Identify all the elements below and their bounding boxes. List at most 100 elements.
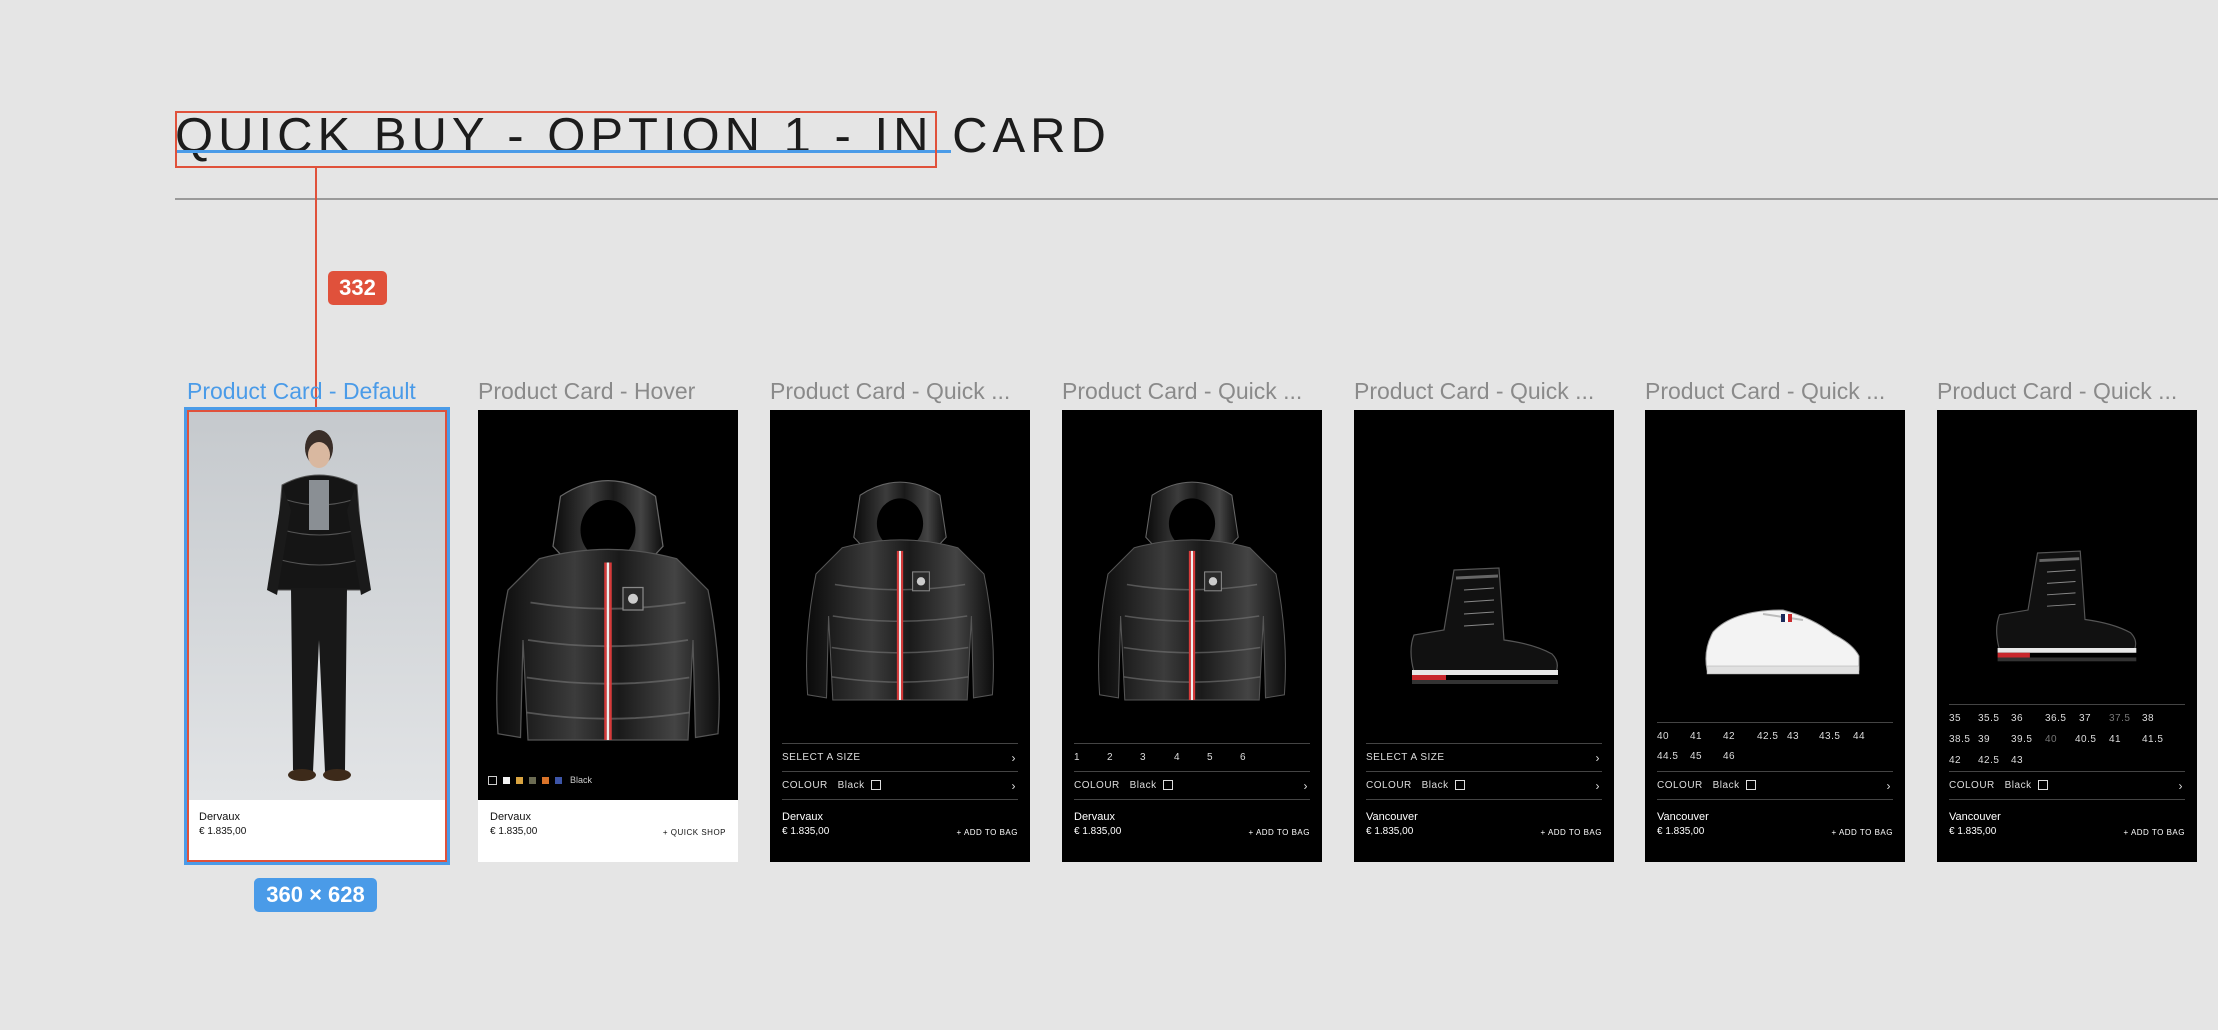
row-divider [1949, 799, 2185, 800]
frame-label-quick-1[interactable]: Product Card - Quick ... [770, 378, 1010, 405]
chevron-right-icon: › [2178, 779, 2183, 793]
size-option-unavailable: 37.5 [2109, 713, 2131, 724]
size-option[interactable]: 42.5 [1978, 755, 1999, 766]
swatch-yellow[interactable] [516, 776, 523, 784]
frame-label-quick-3[interactable]: Product Card - Quick ... [1354, 378, 1594, 405]
chevron-right-icon: › [1595, 751, 1600, 765]
size-option[interactable]: 3 [1140, 752, 1146, 763]
colour-label: COLOUR [1949, 780, 1995, 791]
add-to-bag-button[interactable]: + ADD TO BAG [1248, 828, 1310, 837]
swatch-black[interactable] [488, 775, 497, 785]
colour-row[interactable]: COLOUR Black › [782, 771, 1018, 800]
chevron-right-icon: › [1011, 751, 1016, 765]
colour-row[interactable]: COLOUR Black › [1657, 771, 1893, 800]
product-name: Vancouver [1949, 811, 2001, 823]
size-option[interactable]: 41.5 [2142, 734, 2163, 745]
colour-swatch [1162, 780, 1173, 791]
size-option[interactable]: 2 [1107, 752, 1113, 763]
size-option[interactable]: 43.5 [1819, 731, 1840, 742]
size-option[interactable]: 39.5 [2011, 734, 2032, 745]
product-price: € 1.835,00 [1949, 826, 1997, 837]
row-divider [1366, 799, 1602, 800]
size-option[interactable]: 6 [1240, 752, 1246, 763]
card-info: Dervaux € 1.835,00 [187, 800, 447, 862]
distance-badge: 332 [328, 271, 387, 305]
size-option[interactable]: 45 [1690, 751, 1702, 762]
frame-label-quick-2[interactable]: Product Card - Quick ... [1062, 378, 1302, 405]
size-option[interactable]: 41 [2109, 734, 2121, 745]
product-card-quick-select[interactable]: SELECT A SIZE › COLOUR Black › Dervaux €… [770, 410, 1030, 862]
add-to-bag-button[interactable]: + ADD TO BAG [1831, 828, 1893, 837]
size-option[interactable]: 42 [1949, 755, 1961, 766]
boot-image [1354, 410, 1614, 800]
swatch-white[interactable] [503, 776, 510, 784]
size-option[interactable]: 44.5 [1657, 751, 1678, 762]
size-option[interactable]: 4 [1174, 752, 1180, 763]
size-option[interactable]: 37 [2079, 713, 2091, 724]
colour-swatch [2037, 780, 2048, 791]
product-card-quick-sneaker-sizes[interactable]: 40 41 42 42.5 43 43.5 44 44.5 45 46 COLO… [1645, 410, 1905, 862]
add-to-bag-button[interactable]: + ADD TO BAG [2123, 828, 2185, 837]
colour-value: Black [1421, 780, 1449, 791]
section-divider [175, 198, 2218, 200]
product-price: € 1.835,00 [1657, 826, 1705, 837]
size-option[interactable]: 46 [1723, 751, 1735, 762]
size-option[interactable]: 36.5 [2045, 713, 2066, 724]
product-card-hover[interactable]: Black Dervaux € 1.835,00 + QUICK SHOP [478, 410, 738, 862]
colour-swatch [870, 780, 881, 791]
product-name: Dervaux [490, 811, 531, 823]
chevron-right-icon: › [1595, 779, 1600, 793]
size-option[interactable]: 44 [1853, 731, 1865, 742]
row-divider [1657, 799, 1893, 800]
size-option[interactable]: 1 [1074, 752, 1080, 763]
card-info: Dervaux € 1.835,00 + QUICK SHOP [478, 800, 738, 862]
colour-swatch [1454, 780, 1465, 791]
select-size-label: SELECT A SIZE [782, 752, 861, 763]
swatch-olive[interactable] [529, 776, 536, 784]
colour-row[interactable]: COLOUR Black › [1949, 771, 2185, 800]
size-option[interactable]: 38.5 [1949, 734, 1970, 745]
frame-label-default[interactable]: Product Card - Default [187, 378, 416, 405]
frame-label-hover[interactable]: Product Card - Hover [478, 378, 695, 405]
chevron-right-icon: › [1011, 779, 1016, 793]
colour-row[interactable]: COLOUR Black › [1074, 771, 1310, 800]
size-option[interactable]: 35 [1949, 713, 1961, 724]
product-card-default[interactable]: Dervaux € 1.835,00 [184, 407, 450, 865]
product-card-quick-sizes[interactable]: 1 2 3 4 5 6 COLOUR Black › Dervaux € 1.8… [1062, 410, 1322, 862]
measure-line [315, 168, 317, 408]
add-to-bag-button[interactable]: + ADD TO BAG [956, 828, 1018, 837]
colour-value: Black [2004, 780, 2032, 791]
swatch-blue[interactable] [555, 776, 562, 784]
size-option[interactable]: 41 [1690, 731, 1702, 742]
colour-value: Black [1712, 780, 1740, 791]
size-option[interactable]: 42 [1723, 731, 1735, 742]
size-option[interactable]: 5 [1207, 752, 1213, 763]
jacket-image [770, 410, 1030, 800]
row-divider [1074, 799, 1310, 800]
select-size-row[interactable]: SELECT A SIZE › [782, 743, 1018, 772]
frame-label-quick-4[interactable]: Product Card - Quick ... [1645, 378, 1885, 405]
jacket-image [478, 410, 738, 800]
size-badge: 360 × 628 [254, 878, 377, 912]
size-option[interactable]: 43 [1787, 731, 1799, 742]
quick-shop-button[interactable]: + QUICK SHOP [663, 828, 726, 837]
chevron-right-icon: › [1886, 779, 1891, 793]
size-option[interactable]: 42.5 [1757, 731, 1778, 742]
frame-label-quick-5[interactable]: Product Card - Quick ... [1937, 378, 2177, 405]
size-option[interactable]: 35.5 [1978, 713, 1999, 724]
size-option[interactable]: 40.5 [2075, 734, 2096, 745]
size-option[interactable]: 40 [1657, 731, 1669, 742]
size-option[interactable]: 43 [2011, 755, 2023, 766]
swatch-orange[interactable] [542, 776, 549, 784]
select-size-row[interactable]: SELECT A SIZE › [1366, 743, 1602, 772]
size-option[interactable]: 36 [2011, 713, 2023, 724]
colour-swatches[interactable]: Black [488, 775, 592, 785]
colour-label: COLOUR [782, 780, 828, 791]
product-card-quick-boot-sizes[interactable]: 35 35.5 36 36.5 37 37.5 38 38.5 39 39.5 … [1937, 410, 2197, 862]
add-to-bag-button[interactable]: + ADD TO BAG [1540, 828, 1602, 837]
colour-row[interactable]: COLOUR Black › [1366, 771, 1602, 800]
size-option[interactable]: 39 [1978, 734, 1990, 745]
product-card-quick-boot-select[interactable]: SELECT A SIZE › COLOUR Black › Vancouver… [1354, 410, 1614, 862]
colour-value: Black [1129, 780, 1157, 791]
size-option[interactable]: 38 [2142, 713, 2154, 724]
